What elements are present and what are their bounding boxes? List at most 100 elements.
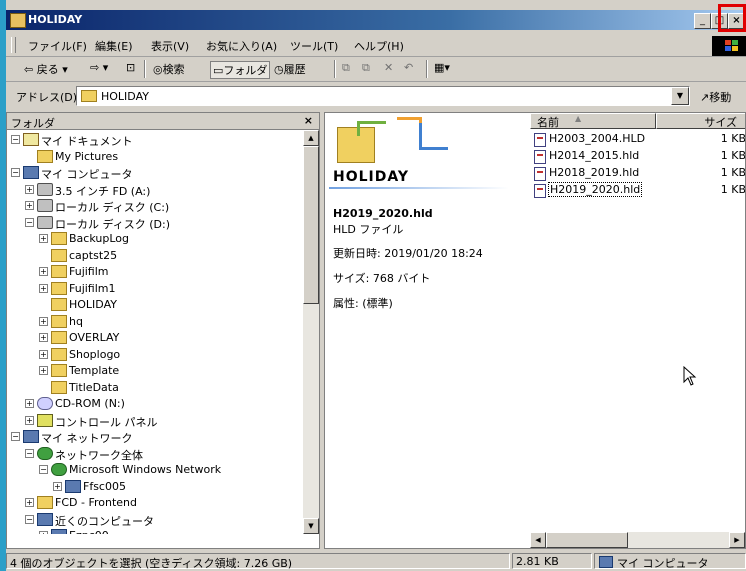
move-to-icon[interactable]: ⧉ [342,61,350,75]
status-zone-text: マイ コンピュータ [617,557,709,570]
column-name-header[interactable]: 名前 ▲ [530,113,656,129]
web-view-panel: HOLIDAY H2019_2020.hld HLD ファイル 更新日時: 20… [325,113,530,533]
collapse-icon[interactable]: − [11,432,20,441]
status-size-text: 2.81 KB [516,555,559,568]
mouse-cursor-icon [683,366,697,386]
tree-item-label: OVERLAY [69,331,120,344]
file-row[interactable]: H2018_2019.hld 1 KB [534,165,745,181]
expand-icon[interactable]: + [39,366,48,375]
scroll-up-button[interactable]: ▲ [303,130,319,146]
net-icon [37,446,53,460]
pc-icon [65,479,81,493]
folder-icon [51,298,67,311]
windows-logo-icon [712,36,746,56]
expand-icon[interactable]: + [39,283,48,293]
hscroll-thumb[interactable] [546,532,628,548]
folder-icon [51,265,67,278]
address-input[interactable]: HOLIDAY ▼ [76,86,690,106]
scroll-right-button[interactable]: ▶ [729,532,745,548]
copy-to-icon[interactable]: ⧉ [362,61,370,75]
expand-icon[interactable]: + [39,531,48,534]
folder-icon [10,13,26,28]
folder-icon [51,331,67,344]
go-button[interactable]: ↗移動 [700,89,731,105]
expand-icon[interactable]: + [25,201,34,210]
tree-item-label: Fujifilm [69,265,109,278]
hld-file-icon [534,167,546,181]
folder-banner-graphic [337,117,448,163]
tree-item-label: Microsoft Windows Network [69,463,222,476]
forward-button[interactable]: ⇨ ▾ [90,61,108,74]
scroll-down-button[interactable]: ▼ [303,518,319,534]
address-dropdown-button[interactable]: ▼ [671,87,689,105]
folder-icon [37,496,53,509]
window-title: HOLIDAY [28,13,83,26]
folder-icon [51,232,67,245]
tree-item-label: hq [69,314,83,328]
expand-icon[interactable]: + [25,399,34,408]
collapse-icon[interactable]: − [39,465,48,474]
collapse-icon[interactable]: − [11,168,20,177]
menu-view[interactable]: 表示(V) [151,38,189,54]
title-bar[interactable]: HOLIDAY _ □ × [6,10,746,30]
collapse-icon[interactable]: − [25,448,34,458]
expand-icon[interactable]: + [25,498,34,507]
expand-icon[interactable]: + [53,481,62,491]
cp-icon [37,413,53,427]
file-row[interactable]: H2003_2004.HLD 1 KB [534,131,745,147]
minimize-button[interactable]: _ [694,13,711,29]
views-button[interactable]: ▦▾ [434,61,450,74]
scroll-thumb[interactable] [303,146,319,304]
tree-item-label: マイ ネットワーク [41,432,133,445]
collapse-icon[interactable]: − [11,135,20,144]
expand-icon[interactable]: + [25,184,34,194]
expand-icon[interactable]: + [39,234,48,243]
delete-icon[interactable]: ✕ [384,61,393,74]
tree-item-label: 近くのコンピュータ [55,514,154,528]
selected-file-modified: 更新日時: 2019/01/20 18:24 [333,247,483,260]
expand-icon[interactable]: + [39,267,48,276]
explorer-window: HOLIDAY _ □ × ファイル(F) 編集(E) 表示(V) お気に入り(… [6,0,746,571]
menu-help[interactable]: ヘルプ(H) [354,38,404,54]
scroll-left-button[interactable]: ◀ [530,532,546,548]
folders-button[interactable]: ▭フォルダ [210,61,271,79]
file-list-hscrollbar[interactable]: ◀ ▶ [530,532,745,548]
column-name-label: 名前 [537,116,559,129]
hld-file-icon [534,150,546,164]
back-button[interactable]: ⇦ 戻る ▾ [24,61,68,77]
expand-icon[interactable]: + [39,333,48,342]
menu-tools[interactable]: ツール(T) [290,38,338,54]
history-button[interactable]: ◷履歴 [274,61,306,77]
collapse-icon[interactable]: − [25,217,34,227]
up-folder-button[interactable]: ⊡ [126,61,135,74]
hld-file-icon [534,133,546,147]
menu-favorites[interactable]: お気に入り(A) [206,38,277,54]
menu-file[interactable]: ファイル(F) [28,38,87,54]
net-icon [51,463,67,476]
expand-icon[interactable]: + [39,316,48,326]
folder-pane-header: フォルダ × [7,113,319,130]
folders-label: フォルダ [223,64,268,77]
file-row[interactable]: H2019_2020.hld 1 KB [534,182,745,198]
undo-icon[interactable]: ↶ [404,61,413,74]
tree-item-label: ネットワーク全体 [55,448,143,462]
expand-icon[interactable]: + [39,349,48,359]
folder-pane-close-button[interactable]: × [304,114,313,127]
folder-pane-scrollbar[interactable]: ▲ ▼ [303,130,319,534]
status-bar: 4 個のオブジェクトを選択 (空きディスク領域: 7.26 GB) 2.81 K… [6,552,746,571]
content-pane: HOLIDAY H2019_2020.hld HLD ファイル 更新日時: 20… [324,112,746,549]
search-icon: ◎ [153,63,163,76]
pc-icon [23,430,39,443]
selected-file-name: H2019_2020.hld [333,207,433,220]
tree-item-label: コントロール パネル [55,415,158,429]
file-row[interactable]: H2014_2015.hld 1 KB [534,148,745,164]
status-selection: 4 個のオブジェクトを選択 (空きディスク領域: 7.26 GB) [6,553,510,570]
computer-icon [599,556,613,568]
menu-bar: ファイル(F) 編集(E) 表示(V) お気に入り(A) ツール(T) ヘルプ(… [6,34,746,57]
column-size-header[interactable]: サイズ [656,113,745,129]
collapse-icon[interactable]: − [25,514,34,524]
menu-edit[interactable]: 編集(E) [95,38,133,54]
toolbar: ⇦ 戻る ▾ ⇨ ▾ ⊡ ◎検索 ▭フォルダ ◷履歴 ⧉ ⧉ ✕ ↶ ▦▾ [6,57,746,82]
expand-icon[interactable]: + [25,415,34,425]
search-button[interactable]: ◎検索 [153,61,185,77]
